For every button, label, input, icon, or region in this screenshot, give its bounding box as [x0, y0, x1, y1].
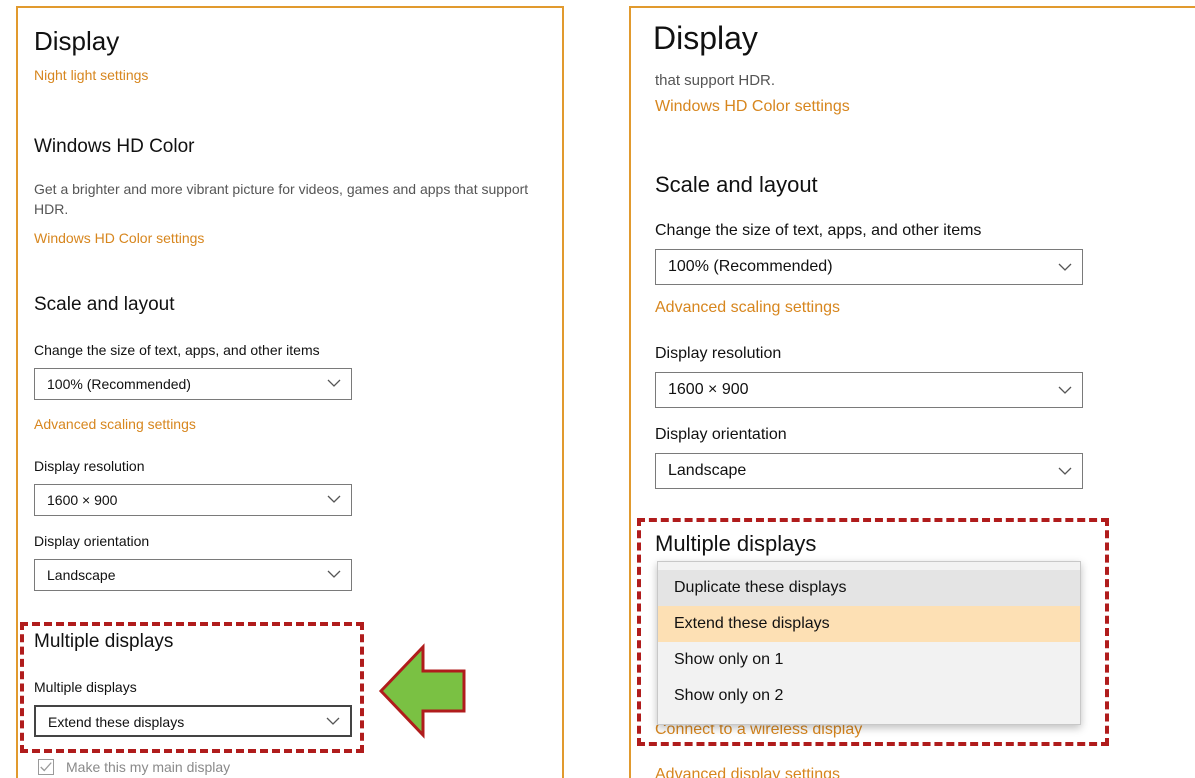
chevron-down-icon [1058, 467, 1072, 475]
hd-color-description: Get a brighter and more vibrant picture … [34, 181, 529, 217]
orientation-dropdown-value: Landscape [668, 462, 747, 479]
text-size-label: Change the size of text, apps, and other… [655, 222, 982, 239]
highlight-box-right [637, 518, 1109, 746]
main-display-checkbox-label: Make this my main display [66, 759, 231, 775]
resolution-dropdown-value: 1600 × 900 [47, 492, 118, 508]
scale-dropdown-value: 100% (Recommended) [47, 376, 191, 392]
hd-color-settings-link[interactable]: Windows HD Color settings [34, 230, 204, 246]
orientation-dropdown-value: Landscape [47, 567, 116, 583]
page-title: Display [653, 20, 758, 56]
resolution-dropdown-value: 1600 × 900 [668, 381, 749, 398]
scale-layout-heading: Scale and layout [655, 172, 818, 197]
scale-dropdown-value: 100% (Recommended) [668, 258, 833, 275]
arrow-left-icon [378, 643, 466, 739]
chevron-down-icon [1058, 263, 1072, 271]
main-display-checkbox[interactable] [38, 759, 54, 775]
scale-dropdown[interactable]: 100% (Recommended) [655, 249, 1083, 285]
night-light-settings-link[interactable]: Night light settings [34, 67, 148, 83]
highlight-box-left [20, 622, 364, 753]
advanced-display-settings-link[interactable]: Advanced display settings [655, 766, 840, 778]
orientation-dropdown[interactable]: Landscape [34, 559, 352, 591]
resolution-label: Display resolution [655, 345, 782, 362]
resolution-dropdown[interactable]: 1600 × 900 [34, 484, 352, 516]
checkmark-icon [40, 762, 52, 772]
scale-dropdown[interactable]: 100% (Recommended) [34, 368, 352, 400]
resolution-label: Display resolution [34, 458, 145, 474]
hd-color-heading: Windows HD Color [34, 136, 195, 157]
settings-panel-left: Display Night light settings Windows HD … [16, 6, 564, 778]
settings-panel-right: Display that support HDR. Windows HD Col… [629, 6, 1195, 778]
chevron-down-icon [327, 379, 341, 387]
hdr-description-tail: that support HDR. [655, 72, 776, 89]
orientation-dropdown[interactable]: Landscape [655, 453, 1083, 489]
scale-layout-heading: Scale and layout [34, 294, 175, 315]
resolution-dropdown[interactable]: 1600 × 900 [655, 372, 1083, 408]
hd-color-settings-link[interactable]: Windows HD Color settings [655, 98, 850, 116]
page-title: Display [34, 26, 120, 56]
chevron-down-icon [327, 495, 341, 503]
text-size-label: Change the size of text, apps, and other… [34, 342, 320, 358]
orientation-label: Display orientation [655, 426, 787, 443]
advanced-scaling-link[interactable]: Advanced scaling settings [34, 416, 196, 432]
chevron-down-icon [327, 570, 341, 578]
orientation-label: Display orientation [34, 533, 150, 549]
chevron-down-icon [1058, 386, 1072, 394]
advanced-scaling-link[interactable]: Advanced scaling settings [655, 299, 840, 317]
